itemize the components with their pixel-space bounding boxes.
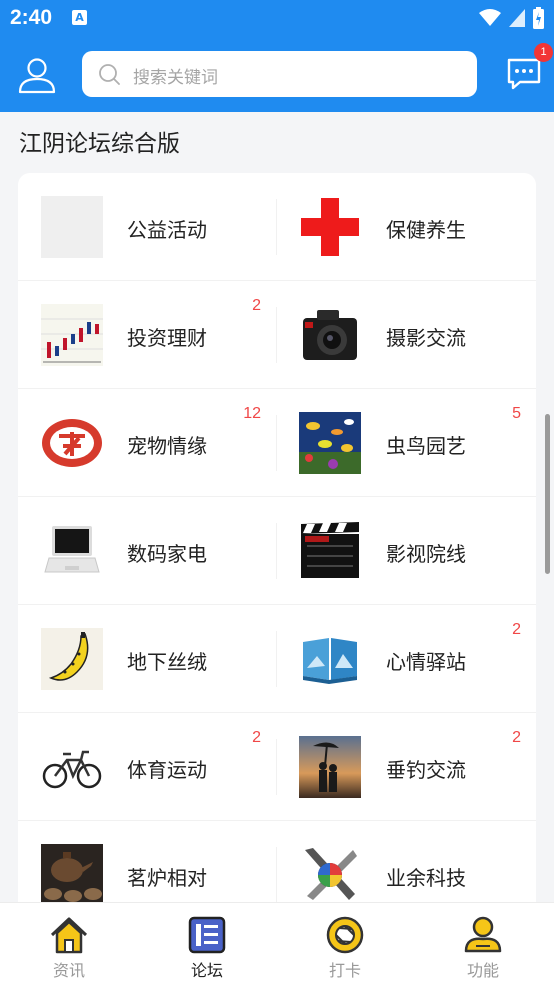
tab-label: 论坛 xyxy=(190,961,223,980)
forum-label: 虫鸟园艺 xyxy=(386,434,466,458)
forum-item-cinema[interactable]: 影视院线 xyxy=(277,497,536,605)
forum-label: 体育运动 xyxy=(127,758,207,782)
forum-count: 2 xyxy=(252,729,261,746)
forum-label: 公益活动 xyxy=(127,218,207,242)
blank-thumbnail-icon xyxy=(41,196,103,258)
banana-icon xyxy=(41,628,103,690)
forum-item-health[interactable]: 保健养生 xyxy=(277,173,536,281)
forum-item-photography[interactable]: 摄影交流 xyxy=(277,281,536,389)
forum-item-garden[interactable]: 虫鸟园艺 5 xyxy=(277,389,536,497)
forum-row: 投资理财 2 摄影交流 xyxy=(18,281,536,389)
search-icon xyxy=(99,64,120,85)
forum-label: 心情驿站 xyxy=(386,650,466,674)
teapot-icon xyxy=(41,844,103,906)
person-icon xyxy=(464,916,502,953)
camera-icon xyxy=(299,304,361,366)
tab-news[interactable]: 资讯 xyxy=(0,903,138,984)
forum-label: 投资理财 xyxy=(127,326,207,350)
aquarium-fish-icon xyxy=(299,412,361,474)
forum-item-mood[interactable]: 心情驿站 2 xyxy=(277,605,536,713)
forum-row: 宠物情缘 12 虫鸟园艺 5 xyxy=(18,389,536,497)
forum-label: 数码家电 xyxy=(127,542,207,566)
forum-grid: 公益活动 保健养生 投资理财 2 摄影交流 宠物情缘 12 虫鸟园艺 5 数码家… xyxy=(18,173,536,933)
forum-item-sports[interactable]: 体育运动 2 xyxy=(18,713,277,821)
section-title: 江阴论坛综合版 xyxy=(19,131,180,157)
battery-icon xyxy=(533,7,544,29)
home-icon xyxy=(50,917,88,954)
film-clapperboard-icon xyxy=(299,520,361,582)
forum-item-investment[interactable]: 投资理财 2 xyxy=(18,281,277,389)
scrollbar[interactable] xyxy=(545,414,550,574)
status-time: 2:40 xyxy=(10,6,53,29)
tab-checkin[interactable]: 打卡 xyxy=(276,903,414,984)
forum-label: 垂钓交流 xyxy=(386,758,466,782)
forum-item-velvet[interactable]: 地下丝绒 xyxy=(18,605,277,713)
forum-count: 2 xyxy=(252,297,261,314)
bicycle-icon xyxy=(41,736,103,798)
tab-label: 打卡 xyxy=(328,961,361,980)
status-bar: 2:40 A xyxy=(0,0,554,36)
forum-label: 业余科技 xyxy=(386,866,466,890)
forum-label: 摄影交流 xyxy=(386,326,466,350)
tools-icon xyxy=(299,844,361,906)
tab-functions[interactable]: 功能 xyxy=(414,903,552,984)
message-badge: 1 xyxy=(534,43,553,62)
forum-item-public-welfare[interactable]: 公益活动 xyxy=(18,173,277,281)
forum-row: 数码家电 影视院线 xyxy=(18,497,536,605)
red-cross-icon xyxy=(299,196,361,258)
forum-count: 2 xyxy=(512,621,521,638)
message-icon[interactable] xyxy=(506,56,542,92)
search-placeholder: 搜索关键词 xyxy=(133,68,218,88)
forum-item-fishing[interactable]: 垂钓交流 2 xyxy=(277,713,536,821)
stock-chart-icon xyxy=(41,304,103,366)
bottom-nav: 资讯 论坛 打卡 功能 xyxy=(0,902,554,984)
sunset-couple-icon xyxy=(299,736,361,798)
forum-count: 5 xyxy=(512,405,521,422)
tab-label: 功能 xyxy=(466,961,499,980)
signal-icon xyxy=(509,9,525,27)
top-app-bar: 搜索关键词 1 xyxy=(0,36,554,112)
search-input[interactable]: 搜索关键词 xyxy=(82,51,477,97)
forum-count: 2 xyxy=(512,729,521,746)
forum-row: 地下丝绒 心情驿站 2 xyxy=(18,605,536,713)
status-icons xyxy=(479,6,544,30)
forum-item-digital[interactable]: 数码家电 xyxy=(18,497,277,605)
forum-label: 影视院线 xyxy=(386,542,466,566)
forum-list-icon xyxy=(188,916,226,954)
forum-label: 保健养生 xyxy=(386,218,466,242)
tab-forum[interactable]: 论坛 xyxy=(138,903,276,984)
notification-icon: A xyxy=(72,10,87,25)
forum-row: 体育运动 2 垂钓交流 2 xyxy=(18,713,536,821)
laptop-icon xyxy=(41,520,103,582)
forum-label: 茗炉相对 xyxy=(127,866,207,890)
wifi-icon xyxy=(479,9,501,26)
pet-logo-icon xyxy=(41,412,103,474)
forum-row: 公益活动 保健养生 xyxy=(18,173,536,281)
forum-label: 宠物情缘 xyxy=(127,434,207,458)
camera-aperture-icon xyxy=(326,916,364,954)
photo-album-icon xyxy=(299,628,361,690)
user-profile-icon[interactable] xyxy=(18,56,56,94)
tab-label: 资讯 xyxy=(52,961,85,980)
forum-count: 12 xyxy=(243,405,261,422)
forum-label: 地下丝绒 xyxy=(127,650,207,674)
forum-item-pets[interactable]: 宠物情缘 12 xyxy=(18,389,277,497)
